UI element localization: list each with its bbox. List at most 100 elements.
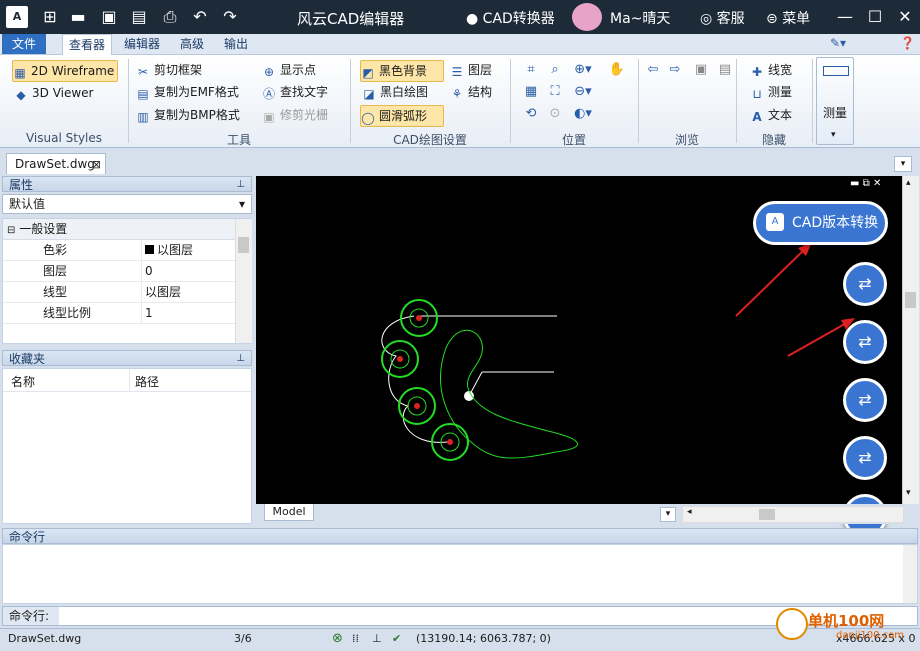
- command-scrollbar[interactable]: [903, 545, 917, 603]
- watermark-logo: [776, 608, 808, 640]
- scroll-down-icon[interactable]: ▾: [906, 488, 911, 498]
- convert-icon: ⇄: [858, 332, 872, 351]
- tab-output[interactable]: 输出: [218, 34, 254, 54]
- show-points-button[interactable]: ⊕ 显示点: [262, 60, 316, 80]
- arrow-left-icon[interactable]: ⇦: [644, 61, 662, 79]
- property-row[interactable]: 色彩 以图层: [3, 240, 235, 261]
- print-icon[interactable]: ⎙: [160, 7, 180, 27]
- column-divider: [141, 240, 142, 260]
- close-button[interactable]: ✕: [894, 6, 916, 28]
- cad-version-convert-button[interactable]: A CAD版本转换: [753, 201, 888, 245]
- support-link[interactable]: ◎ 客服: [700, 8, 745, 28]
- canvas-horizontal-scrollbar[interactable]: ◂: [682, 506, 904, 523]
- column-name[interactable]: 名称: [11, 373, 35, 390]
- trim-raster-icon: ▣: [263, 110, 275, 124]
- 2d-wireframe-button[interactable]: ▦ 2D Wireframe: [12, 60, 118, 82]
- tab-list-icon[interactable]: ▾: [894, 156, 912, 172]
- convert-to-dwg-button[interactable]: ⇄: [843, 378, 887, 422]
- tab-advanced[interactable]: 高级: [174, 34, 210, 54]
- smooth-arc-button[interactable]: ◯ 圆滑弧形: [360, 105, 444, 127]
- pin-icon[interactable]: ⊥: [236, 177, 245, 193]
- tab-editor[interactable]: 编辑器: [118, 34, 166, 54]
- tab-viewer[interactable]: 查看器: [62, 34, 113, 56]
- property-value[interactable]: 0: [145, 261, 153, 281]
- open-folder-icon[interactable]: ▬: [68, 7, 88, 27]
- trim-raster-button[interactable]: ▣ 修剪光栅: [262, 105, 328, 125]
- fit-icon[interactable]: ▦: [522, 83, 540, 101]
- layout-list-icon[interactable]: ▾: [660, 507, 676, 522]
- tab-file[interactable]: 文件: [2, 34, 46, 54]
- convert-to-pdf-button[interactable]: ⇄: [843, 262, 887, 306]
- black-background-button[interactable]: ◩ 黑色背景: [360, 60, 444, 82]
- measure-toggle-button[interactable]: ⊔ 测量: [750, 82, 792, 102]
- 3d-orbit-icon[interactable]: ⟲: [522, 105, 540, 123]
- ortho-icon[interactable]: ⊥: [372, 629, 382, 649]
- properties-section[interactable]: ⊟ 一般设置: [3, 219, 235, 240]
- page-icon[interactable]: ▣: [692, 61, 710, 79]
- user-name[interactable]: Ma~晴天: [610, 8, 670, 28]
- 3d-viewer-button[interactable]: ◆ 3D Viewer: [14, 83, 93, 103]
- black-white-button[interactable]: ◪ 黑白绘图: [362, 82, 428, 102]
- redo-icon[interactable]: ↷: [220, 7, 240, 27]
- line-width-button[interactable]: ✚ 线宽: [750, 60, 792, 80]
- undo-icon[interactable]: ↶: [190, 7, 210, 27]
- cad-converter-link[interactable]: ● CAD转换器: [466, 8, 555, 28]
- convert-to-image-button[interactable]: ⇄: [843, 320, 887, 364]
- rotate-view-icon[interactable]: ◐▾: [574, 105, 592, 123]
- arrow-right-icon[interactable]: ⇨: [666, 61, 684, 79]
- find-text-button[interactable]: Ⓐ 查找文字: [262, 82, 328, 102]
- scroll-thumb[interactable]: [905, 292, 916, 308]
- document-tab[interactable]: DrawSet.dwg ⊠: [6, 153, 106, 174]
- status-coords: (13190.14; 6063.787; 0): [416, 632, 551, 645]
- page-back-icon[interactable]: ▤: [716, 61, 734, 79]
- help-icon[interactable]: ❓: [900, 36, 915, 50]
- property-row[interactable]: 线型比例 1: [3, 303, 235, 324]
- properties-dropdown[interactable]: 默认值 ▾: [2, 194, 252, 214]
- convert-to-dxf-button[interactable]: ⇄: [843, 436, 887, 480]
- zoom-select-icon[interactable]: ⌕: [546, 61, 564, 79]
- column-divider: [141, 261, 142, 281]
- save-as-icon[interactable]: ▤: [129, 7, 149, 27]
- column-path[interactable]: 路径: [135, 373, 159, 390]
- style-picker-icon[interactable]: ✎▾: [830, 36, 846, 50]
- structure-button[interactable]: ⚘ 结构: [450, 82, 492, 102]
- zoom-out-icon[interactable]: ⊖▾: [574, 83, 592, 101]
- minimize-button[interactable]: —: [834, 6, 856, 28]
- collapse-icon[interactable]: ⊟: [7, 225, 15, 236]
- property-row[interactable]: 图层 0: [3, 261, 235, 282]
- new-file-icon[interactable]: ⊞: [40, 7, 60, 27]
- scroll-thumb[interactable]: [759, 509, 775, 520]
- measure-big-button[interactable]: 测量 ▾: [816, 57, 854, 145]
- canvas-vertical-scrollbar[interactable]: ▴ ▾: [902, 176, 919, 504]
- scroll-up-icon[interactable]: ▴: [906, 178, 911, 188]
- zoom-prev-icon[interactable]: ⊙: [546, 105, 564, 123]
- avatar[interactable]: [572, 3, 602, 31]
- copy-bmp-button[interactable]: ▥ 复制为BMP格式: [136, 105, 240, 125]
- maximize-button[interactable]: ☐: [864, 6, 886, 28]
- property-value[interactable]: 以图层: [145, 240, 193, 260]
- property-value[interactable]: 1: [145, 303, 153, 323]
- scroll-thumb[interactable]: [238, 237, 249, 253]
- osnap-icon[interactable]: ✔: [392, 629, 401, 649]
- copy-emf-button[interactable]: ▤ 复制为EMF格式: [136, 82, 239, 102]
- zoom-window-icon[interactable]: ⌗: [522, 61, 540, 79]
- layers-button[interactable]: ☰ 图层: [450, 60, 492, 80]
- text-toggle-button[interactable]: A 文本: [750, 105, 792, 125]
- scroll-left-icon[interactable]: ◂: [687, 507, 692, 517]
- close-tab-icon[interactable]: ⊠: [92, 154, 101, 175]
- pin-icon[interactable]: ⊥: [236, 351, 245, 367]
- snap-icon[interactable]: ⊗: [332, 629, 343, 649]
- properties-scrollbar[interactable]: [235, 219, 252, 343]
- clip-frame-button[interactable]: ✂ 剪切框架: [136, 60, 202, 80]
- grid-icon[interactable]: ⁞⁞: [352, 629, 359, 649]
- property-value[interactable]: 以图层: [145, 282, 181, 302]
- watermark-sub: danji100.com: [836, 630, 904, 641]
- save-icon[interactable]: ▣: [99, 7, 119, 27]
- zoom-extents-icon[interactable]: ⛶: [546, 83, 564, 101]
- zoom-in-icon[interactable]: ⊕▾: [574, 61, 592, 79]
- model-tab[interactable]: Model: [264, 504, 314, 521]
- property-row[interactable]: 线型 以图层: [3, 282, 235, 303]
- menu-button[interactable]: ⊜ 菜单: [766, 8, 810, 28]
- pan-hand-icon[interactable]: ✋: [608, 61, 626, 79]
- viewport-controls[interactable]: ▬ ⧉ ✕: [850, 178, 881, 189]
